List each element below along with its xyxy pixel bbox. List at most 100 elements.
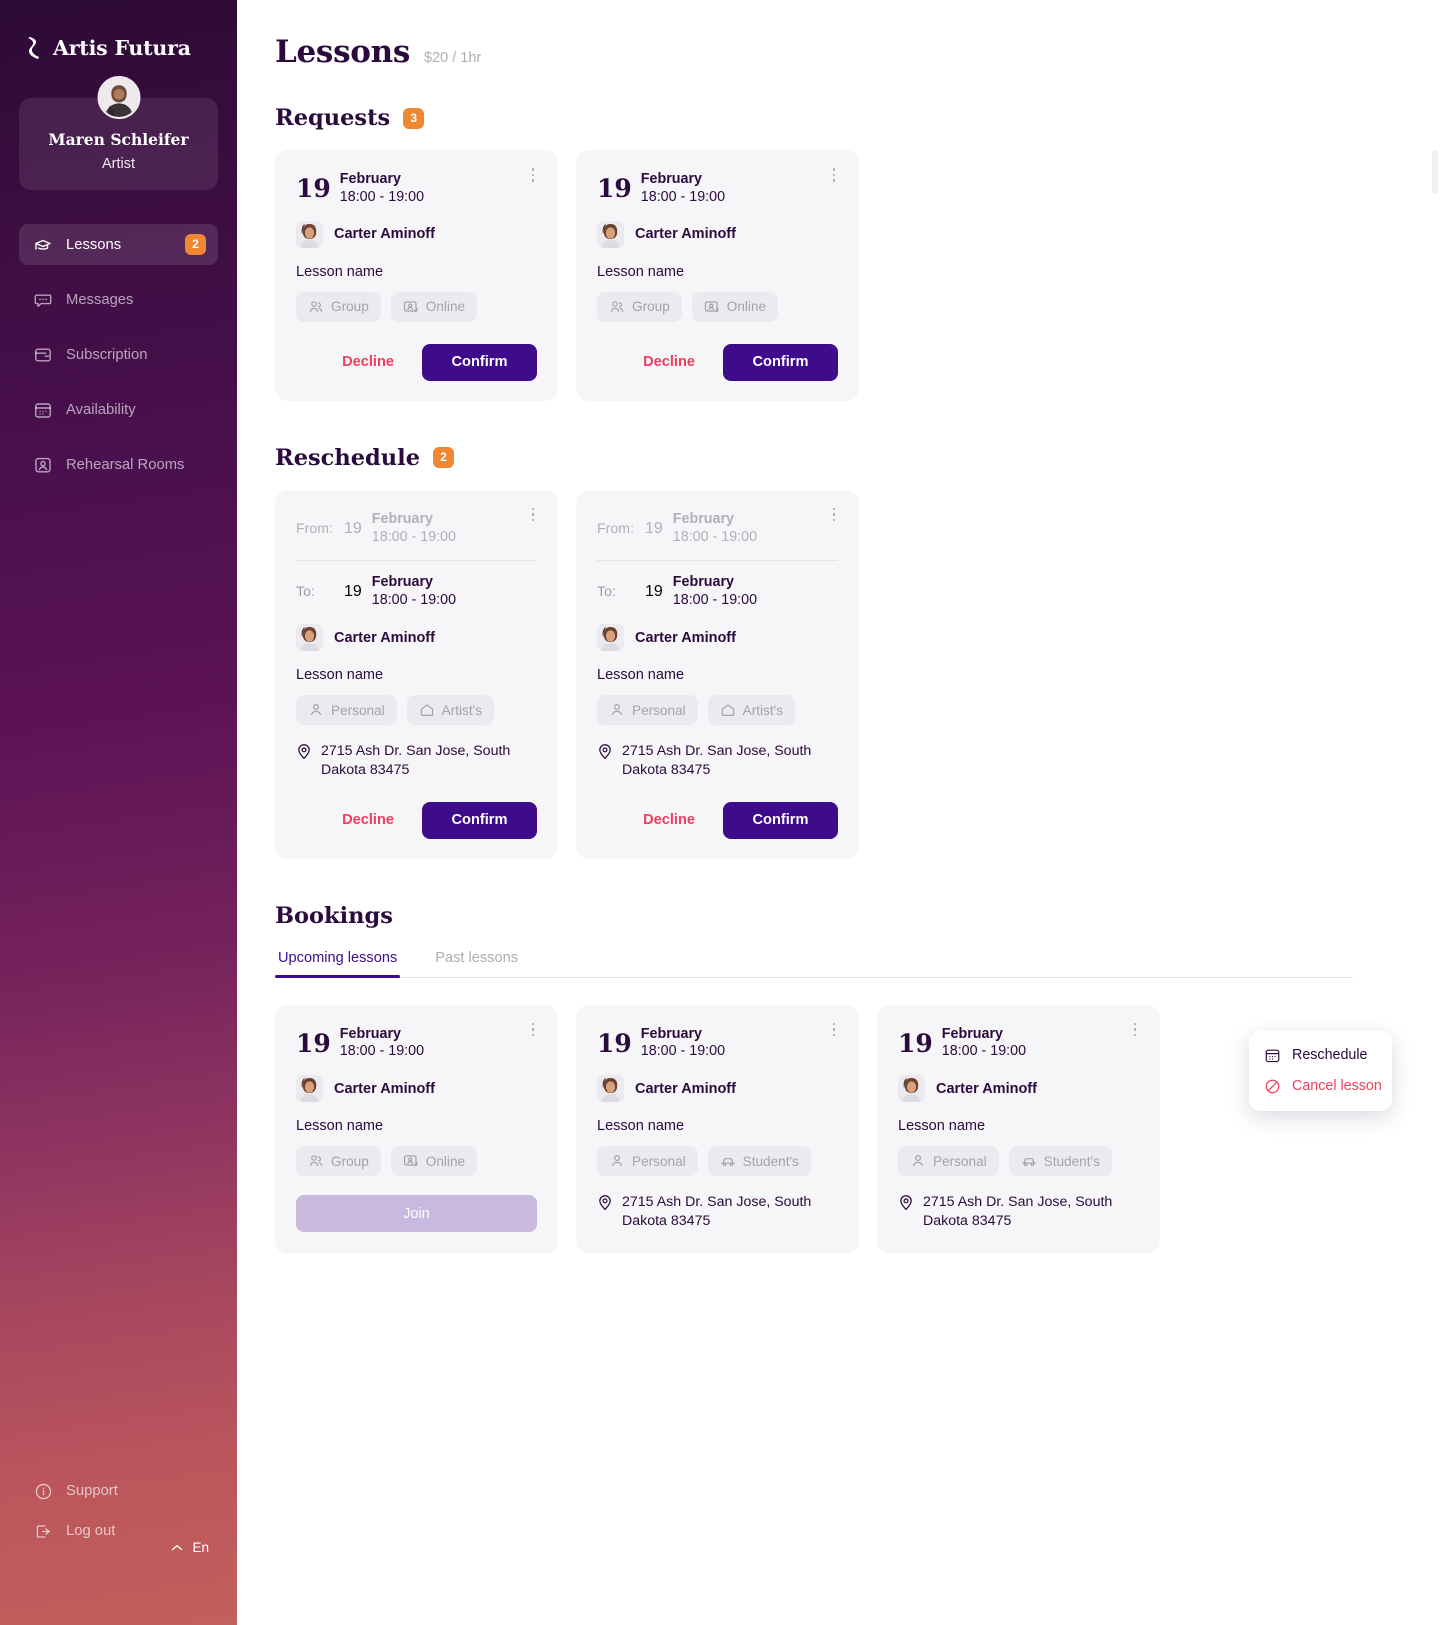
lesson-date: 19 February 18:00 - 19:00 <box>296 171 537 207</box>
decline-button[interactable]: Decline <box>629 346 709 378</box>
tag-personal: Personal <box>597 695 698 726</box>
sidebar-item-lessons[interactable]: Lessons 2 <box>19 224 218 265</box>
person-icon <box>308 702 324 718</box>
date-month: February <box>371 510 433 527</box>
student-name: Carter Aminoff <box>635 226 736 243</box>
card-menu-button[interactable] <box>525 165 541 185</box>
reschedule-from: From: 19 February 18:00 - 19:00 <box>597 511 838 561</box>
tag-group: Group <box>296 1146 381 1177</box>
tag-label: Student's <box>1043 1153 1100 1169</box>
card-menu-button[interactable] <box>826 505 842 525</box>
card-menu-button[interactable] <box>826 1020 842 1040</box>
tag-personal: Personal <box>597 1146 698 1177</box>
date-month: February <box>672 574 734 591</box>
section-title: Bookings <box>275 902 393 929</box>
confirm-button[interactable]: Confirm <box>422 801 537 839</box>
lesson-name: Lesson name <box>597 667 685 684</box>
menu-item-reschedule[interactable]: Reschedule <box>1249 1040 1392 1071</box>
people-icon <box>308 1153 324 1169</box>
card-menu-button[interactable] <box>525 505 541 525</box>
date-day: 19 <box>296 174 331 204</box>
request-card: 19 February 18:00 - 19:00 Carter Aminoff… <box>275 150 558 401</box>
tab-past-lessons[interactable]: Past lessons <box>432 950 521 977</box>
avatar <box>597 220 624 248</box>
tag-label: Artist's <box>742 702 784 718</box>
main-content: Lessons $20 / 1hr Requests 3 19 February… <box>237 0 1440 1625</box>
student-row: Carter Aminoff <box>597 624 838 652</box>
decline-button[interactable]: Decline <box>328 346 408 378</box>
people-icon <box>308 299 324 315</box>
join-button[interactable]: Join <box>296 1195 537 1233</box>
tag-online: Online <box>390 291 478 322</box>
map-pin-icon <box>597 1194 613 1211</box>
logout-icon <box>33 1521 53 1541</box>
avatar <box>296 624 323 652</box>
confirm-button[interactable]: Confirm <box>422 343 537 381</box>
avatar <box>597 624 624 652</box>
sidebar-item-subscription[interactable]: Subscription <box>19 334 218 375</box>
brand[interactable]: Artis Futura <box>0 0 237 60</box>
avatar <box>296 220 323 248</box>
scrollbar[interactable] <box>1432 0 1440 1625</box>
lesson-date: 19 February 18:00 - 19:00 <box>597 1026 838 1062</box>
card-menu-button[interactable] <box>1127 1020 1143 1040</box>
requests-count-badge: 3 <box>403 107 425 129</box>
profile-name: Maren Schleifer <box>48 130 189 149</box>
confirm-button[interactable]: Confirm <box>723 343 838 381</box>
date-time: 18:00 - 19:00 <box>640 1043 726 1060</box>
tag-label: Personal <box>632 1153 686 1169</box>
card-menu-button[interactable] <box>525 1020 541 1040</box>
tag-group: Group <box>296 291 381 322</box>
video-person-icon <box>704 299 720 315</box>
date-day: 19 <box>296 1028 331 1058</box>
tag-artists: Artist's <box>406 695 495 726</box>
location-row: 2715 Ash Dr. San Jose, South Dakota 8347… <box>597 742 838 779</box>
tag-label: Online <box>425 299 466 315</box>
lesson-date: 19 February 18:00 - 19:00 <box>296 1026 537 1062</box>
home-icon <box>720 702 736 718</box>
date-time: 18:00 - 19:00 <box>339 188 425 205</box>
divider <box>296 560 537 562</box>
profile-card[interactable]: Maren Schleifer Artist <box>19 76 218 190</box>
location-address: 2715 Ash Dr. San Jose, South Dakota 8347… <box>923 1194 1113 1230</box>
prohibited-icon <box>1264 1078 1281 1095</box>
sidebar-item-rehearsal-rooms[interactable]: Rehearsal Rooms <box>19 444 218 485</box>
date-month: February <box>640 1025 702 1042</box>
scrollbar-thumb[interactable] <box>1432 150 1438 194</box>
student-name: Carter Aminoff <box>635 1080 736 1097</box>
language-value: En <box>192 1540 209 1555</box>
booking-card: 19 February 18:00 - 19:00 Carter Aminoff… <box>877 1004 1160 1255</box>
language-selector[interactable]: En <box>171 1540 209 1555</box>
decline-button[interactable]: Decline <box>328 804 408 836</box>
date-time: 18:00 - 19:00 <box>371 528 457 545</box>
tag-label: Personal <box>933 1153 987 1169</box>
reschedule-card: From: 19 February 18:00 - 19:00 To: 19 F… <box>576 489 859 859</box>
reschedule-from: From: 19 February 18:00 - 19:00 <box>296 511 537 561</box>
date-time: 18:00 - 19:00 <box>672 592 758 609</box>
decline-button[interactable]: Decline <box>629 804 709 836</box>
lesson-tags: Group Online <box>296 291 537 322</box>
bookings-tabs: Upcoming lessons Past lessons <box>275 950 1353 978</box>
support-button[interactable]: Support <box>19 1471 218 1511</box>
reschedule-count-badge: 2 <box>433 447 455 469</box>
sidebar-item-availability[interactable]: Availability <box>19 389 218 430</box>
date-time: 18:00 - 19:00 <box>371 592 457 609</box>
card-actions: Decline Confirm <box>597 801 838 839</box>
card-menu-button[interactable] <box>826 165 842 185</box>
lesson-context-menu: Reschedule Cancel lesson <box>1249 1030 1392 1111</box>
card-actions: Decline Confirm <box>296 343 537 381</box>
sidebar-badge-lessons: 2 <box>185 234 206 255</box>
confirm-button[interactable]: Confirm <box>723 801 838 839</box>
booking-card: 19 February 18:00 - 19:00 Carter Aminoff… <box>576 1004 859 1255</box>
sidebar-item-messages[interactable]: Messages <box>19 279 218 320</box>
menu-item-cancel-lesson[interactable]: Cancel lesson <box>1249 1071 1392 1102</box>
date-day: 19 <box>645 583 663 601</box>
tab-upcoming-lessons[interactable]: Upcoming lessons <box>275 950 401 978</box>
request-card: 19 February 18:00 - 19:00 Carter Aminoff… <box>576 150 859 401</box>
tag-label: Personal <box>331 702 385 718</box>
video-person-icon <box>403 1153 419 1169</box>
tag-label: Artist's <box>441 702 483 718</box>
student-name: Carter Aminoff <box>334 629 435 646</box>
student-name: Carter Aminoff <box>936 1080 1037 1097</box>
date-time: 18:00 - 19:00 <box>941 1043 1027 1060</box>
